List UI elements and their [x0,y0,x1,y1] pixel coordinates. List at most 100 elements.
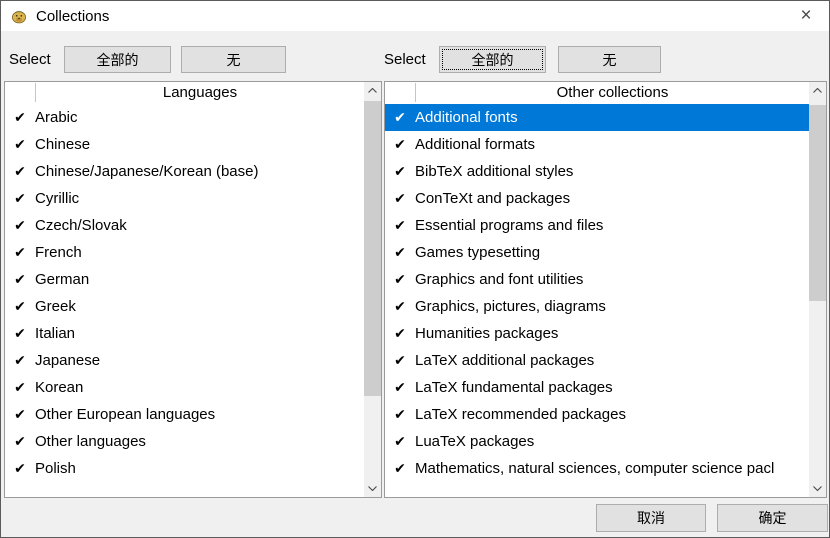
collection-row[interactable]: ✔Czech/Slovak [5,212,364,239]
collection-row[interactable]: ✔Greek [5,293,364,320]
scrollbar-track[interactable] [364,99,381,480]
other-collections-scrollbar[interactable] [809,82,826,497]
select-none-right-button[interactable]: 无 [558,46,661,73]
check-icon: ✔ [5,325,35,342]
row-label: Other European languages [35,406,217,423]
check-icon: ✔ [385,271,415,288]
row-label: Mathematics, natural sciences, computer … [415,460,776,477]
chevron-down-icon [368,486,377,491]
check-icon: ✔ [385,136,415,153]
chevron-up-icon [368,88,377,93]
chevron-up-icon [813,88,822,93]
row-label: Japanese [35,352,102,369]
collection-row[interactable]: ✔LuaTeX packages [385,428,809,455]
languages-header-label: Languages [36,82,364,104]
check-icon: ✔ [385,244,415,261]
chevron-down-icon [813,486,822,491]
collection-row[interactable]: ✔Essential programs and files [385,212,809,239]
check-icon: ✔ [5,379,35,396]
cancel-button[interactable]: 取消 [596,504,706,532]
row-label: LaTeX fundamental packages [415,379,615,396]
collection-row[interactable]: ✔Humanities packages [385,320,809,347]
select-all-left-button[interactable]: 全部的 [64,46,171,73]
app-icon [10,7,28,25]
collection-row[interactable]: ✔Graphics and font utilities [385,266,809,293]
row-label: Other languages [35,433,148,450]
check-icon: ✔ [385,352,415,369]
check-icon: ✔ [385,379,415,396]
collection-row[interactable]: ✔Chinese/Japanese/Korean (base) [5,158,364,185]
ok-button[interactable]: 确定 [717,504,828,532]
scroll-up-button[interactable] [364,82,381,99]
row-label: Italian [35,325,77,342]
row-label: Essential programs and files [415,217,605,234]
scrollbar-track[interactable] [809,99,826,480]
check-icon: ✔ [385,217,415,234]
row-label: Chinese [35,136,92,153]
scroll-down-button[interactable] [809,480,826,497]
collection-row[interactable]: ✔LaTeX fundamental packages [385,374,809,401]
collection-row[interactable]: ✔Mathematics, natural sciences, computer… [385,455,809,482]
check-icon: ✔ [5,163,35,180]
collection-row[interactable]: ✔Italian [5,320,364,347]
collection-row[interactable]: ✔Games typesetting [385,239,809,266]
close-icon: × [800,5,811,27]
collection-row[interactable]: ✔Graphics, pictures, diagrams [385,293,809,320]
check-icon: ✔ [385,163,415,180]
collection-row[interactable]: ✔LaTeX recommended packages [385,401,809,428]
other-collections-panel: Other collections ✔Additional fonts✔Addi… [384,81,827,498]
scroll-down-button[interactable] [364,480,381,497]
check-icon: ✔ [385,109,415,126]
languages-panel: Languages ✔Arabic✔Chinese✔Chinese/Japane… [4,81,382,498]
collection-row[interactable]: ✔Korean [5,374,364,401]
select-label-left: Select [9,46,51,73]
row-label: Korean [35,379,85,396]
row-label: Graphics, pictures, diagrams [415,298,608,315]
row-label: LaTeX recommended packages [415,406,628,423]
collection-row[interactable]: ✔Arabic [5,104,364,131]
row-label: Games typesetting [415,244,542,261]
select-label-right: Select [384,46,426,73]
check-icon: ✔ [385,433,415,450]
collection-row[interactable]: ✔French [5,239,364,266]
other-collections-list: ✔Additional fonts✔Additional formats✔Bib… [385,104,809,497]
collection-row[interactable]: ✔Polish [5,455,364,482]
check-icon: ✔ [385,298,415,315]
collection-row[interactable]: ✔Chinese [5,131,364,158]
collection-row[interactable]: ✔German [5,266,364,293]
check-icon: ✔ [5,352,35,369]
collection-row[interactable]: ✔Additional fonts [385,104,809,131]
languages-scrollbar[interactable] [364,82,381,497]
check-icon: ✔ [5,433,35,450]
collection-row[interactable]: ✔Other languages [5,428,364,455]
row-label: Cyrillic [35,190,81,207]
check-icon: ✔ [5,136,35,153]
window-title: Collections [36,8,109,25]
collection-row[interactable]: ✔Other European languages [5,401,364,428]
check-icon: ✔ [385,406,415,423]
titlebar: Collections × [1,1,829,31]
collection-row[interactable]: ✔Japanese [5,347,364,374]
row-label: LuaTeX packages [415,433,536,450]
check-icon: ✔ [5,271,35,288]
scroll-up-button[interactable] [809,82,826,99]
collection-row[interactable]: ✔LaTeX additional packages [385,347,809,374]
check-icon: ✔ [5,217,35,234]
scrollbar-thumb[interactable] [364,101,381,396]
scrollbar-thumb[interactable] [809,105,826,301]
row-label: Arabic [35,109,80,126]
other-collections-header[interactable]: Other collections [385,82,809,104]
select-none-left-button[interactable]: 无 [181,46,286,73]
collections-dialog: Collections × Select 全部的 无 Select 全部的 无 … [0,0,830,538]
collection-row[interactable]: ✔ConTeXt and packages [385,185,809,212]
row-label: BibTeX additional styles [415,163,575,180]
collection-row[interactable]: ✔BibTeX additional styles [385,158,809,185]
row-label: ConTeXt and packages [415,190,572,207]
row-label: German [35,271,91,288]
collection-row[interactable]: ✔Additional formats [385,131,809,158]
languages-header[interactable]: Languages [5,82,364,104]
select-all-right-button[interactable]: 全部的 [439,46,546,73]
row-label: Greek [35,298,78,315]
collection-row[interactable]: ✔Cyrillic [5,185,364,212]
close-button[interactable]: × [783,1,829,31]
